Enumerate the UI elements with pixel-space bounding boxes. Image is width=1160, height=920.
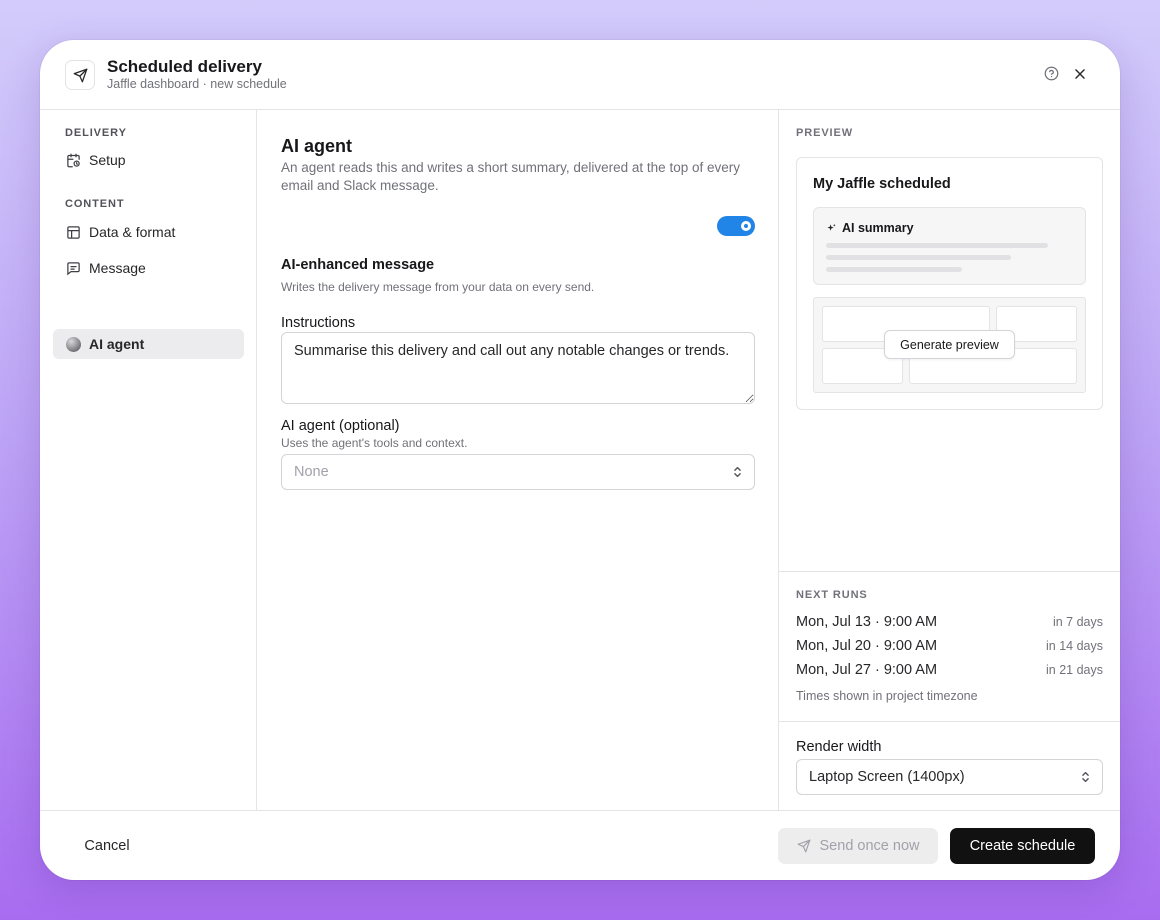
run-date: Mon, Jul 27 · 9:00 AM	[796, 662, 938, 678]
modal-footer: Cancel Send once now Create schedule	[40, 810, 1120, 880]
ai-summary-label: AI summary	[842, 221, 914, 235]
preview-card: My Jaffle scheduled AI summary Generate …	[796, 157, 1103, 410]
create-schedule-button[interactable]: Create schedule	[950, 828, 1095, 864]
render-width-label: Render width	[796, 739, 882, 755]
ai-summary-header: AI summary	[826, 221, 914, 235]
generate-preview-button[interactable]: Generate preview	[884, 330, 1015, 359]
close-icon[interactable]	[1070, 64, 1090, 84]
render-width-value: Laptop Screen (1400px)	[809, 769, 965, 785]
sidebar-item-message[interactable]: Message	[53, 253, 244, 283]
sidebar-section-content: CONTENT	[65, 198, 125, 210]
sidebar-item-ai-agent[interactable]: AI agent	[53, 329, 244, 359]
run-date: Mon, Jul 20 · 9:00 AM	[796, 638, 938, 654]
agent-hint: Uses the agent's tools and context.	[281, 436, 468, 450]
skeleton-line	[826, 255, 1011, 260]
run-date: Mon, Jul 13 · 9:00 AM	[796, 614, 938, 630]
agent-orb-icon	[65, 336, 81, 352]
send-icon	[65, 60, 95, 90]
page-description: An agent reads this and writes a short s…	[281, 160, 740, 193]
chevron-up-down-icon	[732, 465, 742, 479]
ai-enhanced-label: AI-enhanced message	[281, 257, 435, 273]
skeleton-line	[826, 267, 962, 272]
main-panel: AI agent An agent reads this and writes …	[257, 110, 779, 810]
help-icon[interactable]	[1042, 64, 1060, 82]
sidebar-item-label: Data & format	[89, 224, 176, 240]
calendar-clock-icon	[65, 152, 81, 168]
next-runs-label: NEXT RUNS	[796, 589, 868, 601]
page-title: AI agent	[281, 136, 353, 156]
send-once-button[interactable]: Send once now	[778, 828, 938, 864]
agent-label: AI agent (optional)	[281, 418, 400, 434]
modal-title: Scheduled delivery	[107, 57, 262, 76]
ai-summary-box: AI summary	[813, 207, 1086, 285]
run-relative: in 7 days	[1052, 615, 1103, 629]
agent-select-placeholder: None	[294, 464, 329, 480]
sparkle-icon	[826, 223, 837, 234]
chevron-up-down-icon	[1080, 770, 1090, 784]
sidebar-item-label: Message	[89, 260, 146, 276]
message-icon	[65, 260, 81, 276]
agent-select[interactable]: None	[281, 454, 755, 490]
cancel-button[interactable]: Cancel	[69, 828, 145, 864]
send-once-label: Send once now	[819, 838, 920, 854]
ai-enhanced-toggle[interactable]	[717, 216, 755, 236]
run-relative: in 21 days	[1046, 663, 1103, 677]
sidebar-section-delivery: DELIVERY	[65, 127, 127, 139]
sidebar-item-label: Setup	[89, 152, 126, 168]
render-width-select[interactable]: Laptop Screen (1400px)	[796, 759, 1103, 795]
scheduled-delivery-modal: Scheduled delivery Jaffle dashboard · ne…	[40, 40, 1120, 880]
sidebar-item-label: AI agent	[89, 336, 145, 352]
preview-card-title: My Jaffle scheduled	[813, 176, 951, 192]
preview-section-label: PREVIEW	[796, 127, 854, 139]
run-relative: in 14 days	[1046, 639, 1103, 653]
toggle-knob	[741, 221, 751, 231]
preview-panel: PREVIEW My Jaffle scheduled AI summary G…	[779, 110, 1120, 810]
instructions-label: Instructions	[281, 315, 356, 331]
ai-enhanced-hint: Writes the delivery message from your da…	[281, 280, 595, 294]
timezone-note: Times shown in project timezone	[796, 689, 978, 703]
sidebar-item-setup[interactable]: Setup	[53, 145, 244, 175]
modal-header: Scheduled delivery Jaffle dashboard · ne…	[40, 40, 1120, 110]
modal-subtitle: Jaffle dashboard · new schedule	[107, 77, 287, 91]
skeleton-line	[826, 243, 1048, 248]
sidebar-item-data-format[interactable]: Data & format	[53, 217, 244, 247]
send-icon	[797, 839, 811, 853]
next-runs-section: NEXT RUNS Mon, Jul 13 · 9:00 AM in 7 day…	[779, 571, 1120, 722]
preview-placeholder-grid: Generate preview	[813, 297, 1086, 393]
instructions-textarea[interactable]: Summarise this delivery and call out any…	[281, 332, 755, 404]
table-icon	[65, 224, 81, 240]
sidebar: DELIVERY Setup CONTENT Data & format Mes…	[40, 110, 257, 810]
